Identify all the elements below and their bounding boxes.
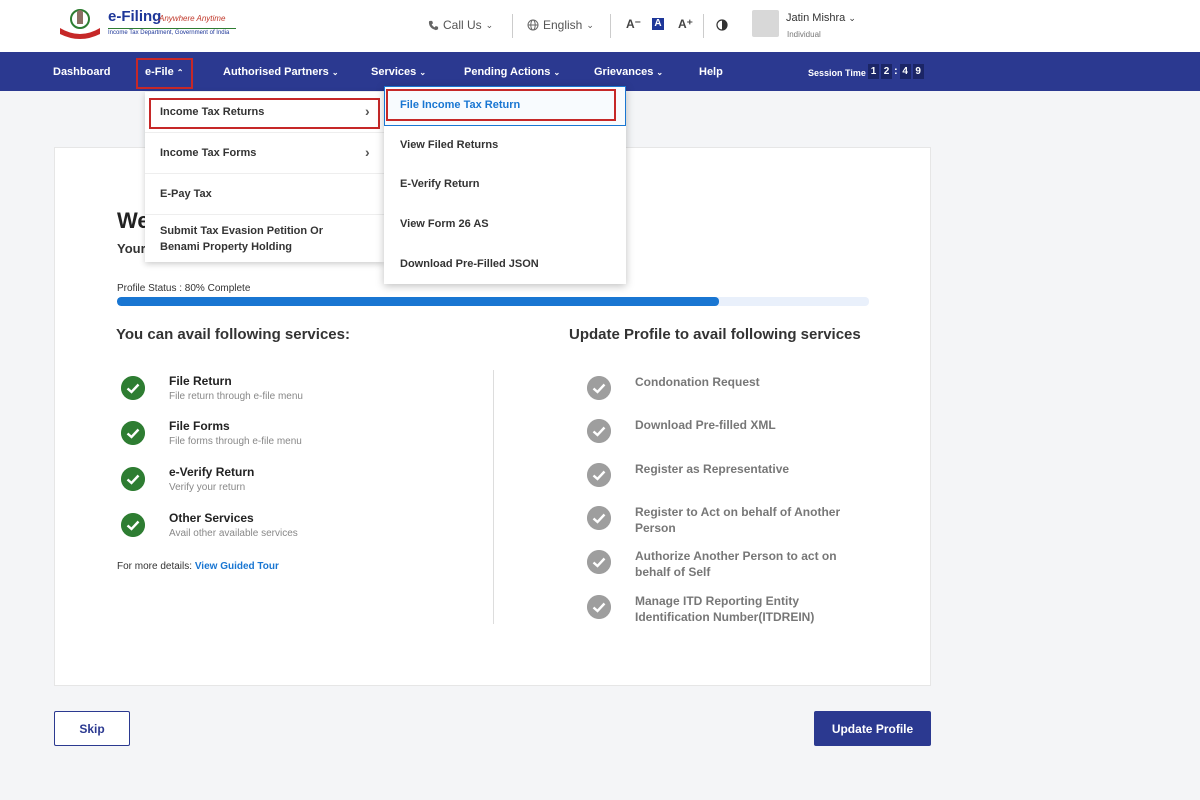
service-title: e-Verify Return: [169, 465, 255, 479]
check-circle-icon: [121, 421, 145, 445]
check-circle-icon: [587, 595, 611, 619]
chevron-down-icon: ⌄: [656, 68, 664, 77]
profile-progress-bar: [117, 297, 869, 306]
avatar[interactable]: [752, 10, 779, 37]
avail-services-heading: You can avail following services:: [116, 326, 350, 343]
update-service-title: Download Pre-filled XML: [635, 418, 776, 432]
check-circle-icon: [587, 506, 611, 530]
check-circle-icon: [587, 550, 611, 574]
chevron-right-icon: ›: [365, 144, 370, 160]
menu-item-label: Income Tax Forms: [160, 147, 257, 159]
welcome-subheading: Your: [117, 241, 146, 256]
nav-help[interactable]: Help: [699, 66, 723, 78]
chevron-down-icon: ⌄: [331, 68, 339, 77]
chevron-down-icon: ⌄: [419, 68, 427, 77]
check-circle-icon: [587, 376, 611, 400]
menu-item-tax-evasion-petition[interactable]: Submit Tax Evasion Petition Or Benami Pr…: [145, 215, 384, 261]
nav-authorised-partners[interactable]: Authorised Partners ⌄: [223, 66, 339, 78]
top-header: e-Filing Anywhere Anytime Income Tax Dep…: [0, 0, 1200, 52]
efile-highlight-box: [136, 58, 193, 89]
contrast-icon[interactable]: [716, 19, 728, 31]
menu-item-label: E-Pay Tax: [160, 188, 212, 200]
user-role: Individual: [787, 30, 821, 39]
update-profile-button[interactable]: Update Profile: [814, 711, 931, 746]
font-increase-button[interactable]: A⁺: [678, 17, 693, 31]
service-desc: Avail other available services: [169, 528, 298, 539]
session-timer: 1 2 : 4 9: [868, 64, 924, 79]
guided-tour-link[interactable]: View Guided Tour: [195, 561, 279, 572]
chevron-down-icon: ⌄: [553, 68, 561, 77]
session-digit: 1: [868, 64, 879, 79]
header-divider: [703, 14, 704, 38]
phone-icon: [428, 20, 439, 30]
call-us-menu[interactable]: Call Us ⌄: [428, 18, 493, 32]
language-label: English: [543, 18, 583, 32]
update-service-title: Register to Act on behalf of Another Per…: [635, 505, 841, 535]
nav-grievances-label: Grievances: [594, 66, 654, 78]
font-normal-button[interactable]: A: [652, 18, 664, 30]
more-details: For more details: View Guided Tour: [117, 561, 279, 572]
user-name[interactable]: Jatin Mishra ⌄: [786, 12, 856, 24]
update-services-heading: Update Profile to avail following servic…: [569, 326, 861, 343]
session-digit: 9: [912, 64, 924, 79]
nav-pending-actions[interactable]: Pending Actions ⌄: [464, 66, 560, 78]
nav-pending-actions-label: Pending Actions: [464, 66, 551, 78]
check-circle-icon: [121, 467, 145, 491]
chevron-down-icon: ⌄: [848, 13, 856, 23]
efiling-logo[interactable]: e-Filing Anywhere Anytime Income Tax Dep…: [56, 6, 236, 44]
user-name-label: Jatin Mishra: [786, 12, 846, 24]
nav-grievances[interactable]: Grievances ⌄: [594, 66, 663, 78]
profile-progress-fill: [117, 297, 719, 306]
submenu-item-e-verify-return[interactable]: E-Verify Return: [400, 178, 479, 190]
service-desc: Verify your return: [169, 482, 246, 493]
call-us-label: Call Us: [443, 18, 482, 32]
logo-title: e-Filing: [108, 8, 162, 25]
menu-item-label: Submit Tax Evasion Petition Or Benami Pr…: [160, 225, 323, 253]
chevron-down-icon: ⌄: [586, 19, 594, 30]
nav-services-label: Services: [371, 66, 417, 78]
logo-subtitle: Income Tax Department, Government of Ind…: [108, 30, 230, 36]
service-desc: File forms through e-file menu: [169, 436, 302, 447]
nav-dashboard[interactable]: Dashboard: [53, 66, 110, 78]
skip-button[interactable]: Skip: [54, 711, 130, 746]
service-title: Other Services: [169, 511, 254, 525]
check-circle-icon: [121, 513, 145, 537]
nav-services[interactable]: Services ⌄: [371, 66, 426, 78]
update-service-title: Manage ITD Reporting Entity Identificati…: [635, 594, 815, 624]
session-colon: :: [894, 65, 898, 77]
header-divider: [512, 14, 513, 38]
file-itr-highlight-box: [386, 89, 616, 121]
header-divider: [610, 14, 611, 38]
update-service-title: Authorize Another Person to act on behal…: [635, 549, 837, 579]
income-tax-returns-highlight-box: [149, 98, 380, 129]
service-desc: File return through e-file menu: [169, 391, 303, 402]
session-digit: 4: [899, 64, 911, 79]
service-title: File Return: [169, 374, 232, 388]
font-decrease-button[interactable]: A⁻: [626, 17, 641, 31]
submenu-item-view-form-26as[interactable]: View Form 26 AS: [400, 218, 489, 230]
column-divider: [493, 370, 494, 624]
profile-status: Profile Status : 80% Complete: [117, 283, 251, 294]
check-circle-icon: [587, 419, 611, 443]
service-title: File Forms: [169, 419, 230, 433]
submenu-item-view-filed-returns[interactable]: View Filed Returns: [400, 139, 498, 151]
session-time-label: Session Time: [808, 68, 866, 78]
logo-tagline: Anywhere Anytime: [159, 14, 226, 23]
session-digit: 2: [881, 64, 892, 79]
check-circle-icon: [587, 463, 611, 487]
menu-item-epay-tax[interactable]: E-Pay Tax: [145, 174, 384, 214]
menu-item-income-tax-forms[interactable]: Income Tax Forms ›: [145, 133, 384, 173]
logo-underline: [108, 28, 236, 29]
globe-icon: [527, 19, 539, 31]
more-details-label: For more details:: [117, 561, 193, 572]
update-service-title: Condonation Request: [635, 375, 760, 389]
submenu-item-download-prefilled-json[interactable]: Download Pre-Filled JSON: [400, 258, 539, 270]
chevron-down-icon: ⌄: [485, 19, 494, 30]
emblem-icon: [60, 9, 100, 39]
nav-authorised-partners-label: Authorised Partners: [223, 66, 329, 78]
update-service-title: Register as Representative: [635, 462, 790, 476]
check-circle-icon: [121, 376, 145, 400]
language-selector[interactable]: English ⌄: [527, 18, 594, 32]
